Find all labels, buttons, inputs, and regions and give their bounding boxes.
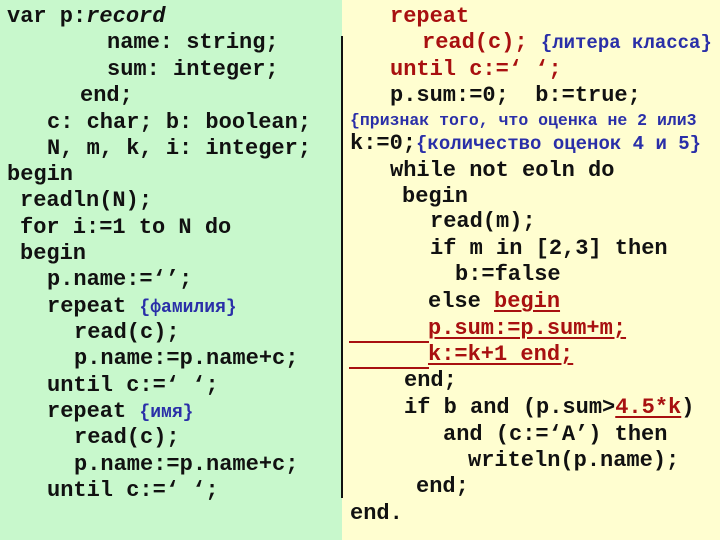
code-line: repeat {фамилия}	[47, 294, 237, 320]
highlight-underline	[349, 341, 429, 343]
code-token: writeln(p.name);	[468, 448, 680, 473]
code-line: p.sum:=p.sum+m;	[428, 316, 626, 342]
code-token: name: string;	[107, 30, 279, 55]
code-token: end;	[404, 368, 457, 393]
code-line: else begin	[428, 289, 560, 315]
code-token: k:=k+1 end;	[428, 342, 574, 367]
code-token: begin	[494, 289, 561, 314]
code-line: p.name:=‘’;	[47, 267, 192, 293]
code-token: until c:=‘ ‘;	[47, 373, 219, 398]
code-token: var p:	[7, 4, 87, 29]
code-line: readln(N);	[20, 188, 152, 214]
code-line: until c:=‘ ‘;	[390, 57, 562, 83]
code-line: if b and (p.sum>4.5*k)	[404, 395, 694, 421]
code-line: var p:record	[7, 4, 165, 30]
code-token: p.name:=p.name+c;	[74, 452, 299, 477]
code-token: begin	[402, 184, 469, 209]
code-line: begin	[7, 162, 73, 188]
code-line: p.sum:=0; b:=true;	[390, 83, 641, 109]
code-comment: {признак того, что оценка не 2 или3	[350, 111, 697, 130]
code-line: end.	[350, 501, 403, 527]
code-line: k:=0;{количество оценок 4 и 5}	[350, 131, 701, 157]
code-line: begin	[20, 241, 86, 267]
code-token: and (c:=‘A’) then	[443, 422, 668, 447]
code-token: k:=0;	[350, 131, 417, 156]
code-token: p.sum:=p.sum+m;	[428, 316, 627, 341]
code-token: until c:=‘ ‘;	[47, 478, 219, 503]
code-line: end;	[80, 83, 133, 109]
code-token: while not eoln do	[390, 158, 615, 183]
code-token: N, m, k, i: integer;	[47, 136, 312, 161]
code-token: read(c);	[74, 425, 180, 450]
code-token: read(c);	[422, 30, 541, 55]
code-line: repeat {имя}	[47, 399, 193, 425]
code-line: if m in [2,3] then	[430, 236, 668, 262]
code-line: for i:=1 to N do	[20, 215, 231, 241]
code-line: and (c:=‘A’) then	[443, 422, 667, 448]
code-token: )	[681, 395, 695, 420]
code-line: p.name:=p.name+c;	[74, 452, 298, 478]
code-token: record	[86, 4, 166, 29]
code-line: until c:=‘ ‘;	[47, 478, 219, 504]
code-token: if m in [2,3] then	[430, 236, 668, 261]
code-line: end;	[404, 368, 457, 394]
highlight-underline	[349, 367, 429, 369]
code-token: p.name:=‘’;	[47, 267, 193, 292]
code-token: 4.5*k	[615, 395, 682, 420]
code-line: read(m);	[430, 209, 536, 235]
code-line: begin	[402, 184, 468, 210]
code-token: read(c);	[74, 320, 180, 345]
code-line: N, m, k, i: integer;	[47, 136, 311, 162]
code-token: if b and (p.sum>	[404, 395, 616, 420]
code-line: read(c);	[74, 425, 180, 451]
code-line: name: string;	[107, 30, 279, 56]
code-token: until c:=‘ ‘;	[390, 57, 562, 82]
code-token: else	[428, 289, 495, 314]
code-token: readln(N);	[20, 188, 153, 213]
code-comment: {фамилия}	[139, 298, 237, 318]
code-token: p.sum:=0; b:=true;	[390, 83, 641, 108]
code-line: until c:=‘ ‘;	[47, 373, 219, 399]
panel-divider	[341, 36, 343, 498]
code-token: read(m);	[430, 209, 536, 234]
code-token: end;	[80, 83, 133, 108]
code-comment: {имя}	[139, 403, 194, 423]
code-token: sum: integer;	[107, 57, 279, 82]
code-line: c: char; b: boolean;	[47, 110, 311, 136]
code-token: p.name:=p.name+c;	[74, 346, 299, 371]
code-line: {признак того, что оценка не 2 или3	[350, 107, 697, 133]
code-comment: {литера класса}	[540, 32, 712, 54]
code-comment: {количество оценок 4 и 5}	[416, 133, 702, 155]
code-token: begin	[7, 162, 74, 187]
code-line: end;	[416, 474, 469, 500]
code-token: for i:=1 to N do	[20, 215, 232, 240]
code-line: repeat	[390, 4, 469, 30]
code-line: writeln(p.name);	[468, 448, 679, 474]
code-line: while not eoln do	[390, 158, 614, 184]
code-token: repeat	[47, 294, 140, 319]
code-line: read(c);	[74, 320, 180, 346]
code-token: repeat	[47, 399, 140, 424]
code-line: b:=false	[455, 262, 561, 288]
code-line: k:=k+1 end;	[428, 342, 573, 368]
code-line: read(c); {литера класса}	[422, 30, 712, 56]
code-token: end.	[350, 501, 403, 526]
code-line: p.name:=p.name+c;	[74, 346, 298, 372]
code-line: sum: integer;	[107, 57, 279, 83]
code-token: c: char; b: boolean;	[47, 110, 312, 135]
code-token: b:=false	[455, 262, 561, 287]
code-token: end;	[416, 474, 469, 499]
code-token: repeat	[390, 4, 470, 29]
code-token: begin	[20, 241, 87, 266]
